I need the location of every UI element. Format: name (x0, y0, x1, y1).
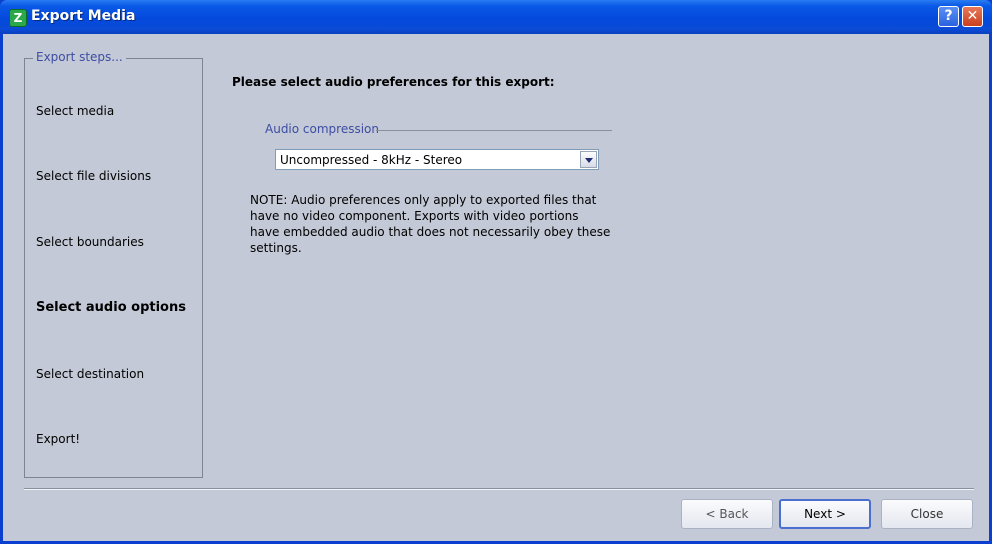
next-button[interactable]: Next > (779, 499, 871, 529)
window-title: Export Media (31, 8, 136, 24)
audio-note: NOTE: Audio preferences only apply to ex… (250, 192, 630, 256)
close-button[interactable]: Close (881, 499, 973, 529)
step-select-media: Select media (36, 104, 115, 118)
step-select-audio-options: Select audio options (36, 300, 186, 315)
back-button[interactable]: < Back (681, 499, 773, 529)
step-export: Export! (36, 432, 81, 446)
export-media-window: Z Export Media ? ✕ Export steps... Selec… (0, 0, 992, 544)
note-line: have embedded audio that does not necess… (250, 225, 611, 239)
title-bar[interactable]: Z Export Media ? ✕ (0, 0, 992, 34)
help-icon[interactable]: ? (938, 6, 959, 27)
dialog-body: Export steps... Select media Select file… (3, 34, 989, 541)
audio-compression-divider (376, 130, 612, 131)
app-logo-icon: Z (9, 9, 27, 27)
export-steps-group (24, 58, 203, 478)
step-select-destination: Select destination (36, 367, 145, 381)
audio-compression-label: Audio compression (265, 122, 380, 136)
note-line: settings. (250, 241, 302, 255)
chevron-down-icon[interactable] (580, 151, 597, 168)
audio-compression-select[interactable]: Uncompressed - 8kHz - Stereo (275, 149, 599, 170)
note-line: NOTE: Audio preferences only apply to ex… (250, 193, 597, 207)
audio-compression-value: Uncompressed - 8kHz - Stereo (280, 153, 463, 167)
page-heading: Please select audio preferences for this… (232, 75, 555, 89)
step-select-boundaries: Select boundaries (36, 235, 144, 249)
footer-divider (24, 488, 974, 490)
note-line: have no video component. Exports with vi… (250, 209, 579, 223)
close-icon[interactable]: ✕ (962, 6, 983, 27)
step-select-file-divisions: Select file divisions (36, 169, 152, 183)
export-steps-legend: Export steps... (33, 50, 126, 64)
